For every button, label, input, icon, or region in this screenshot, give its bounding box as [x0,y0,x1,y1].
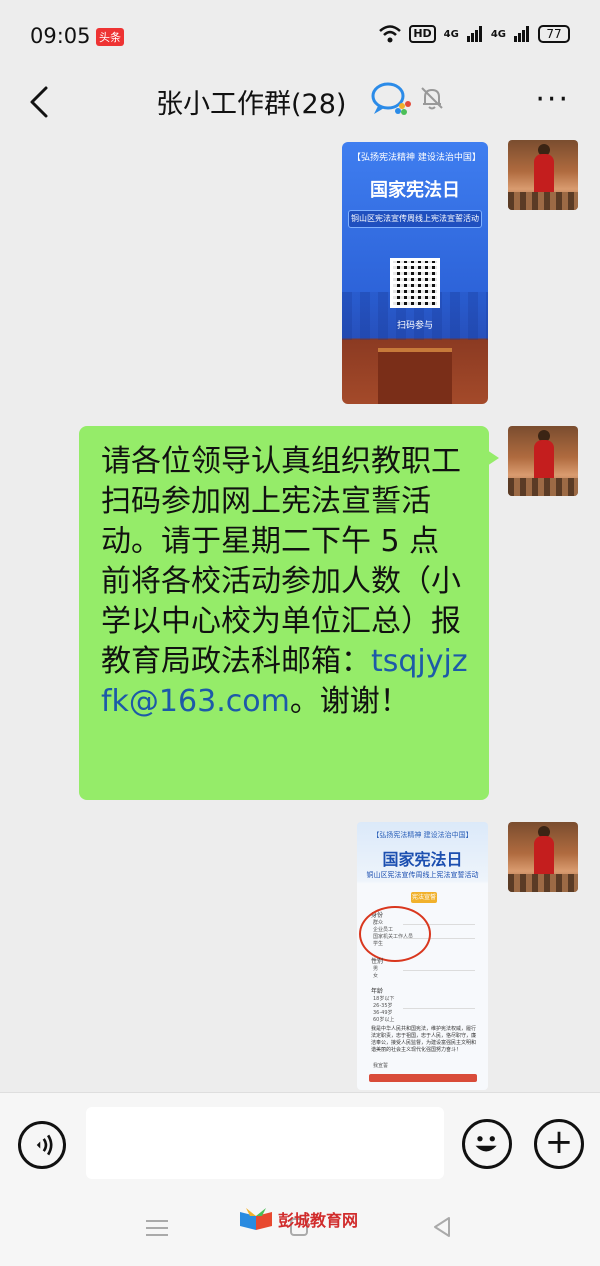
voice-input-icon[interactable] [18,1121,66,1169]
enterprise-chat-icon [371,82,411,115]
status-icons: HD 4G 4G 77 [379,25,570,43]
avatar-figure-body [534,836,554,878]
status-bar: 09:05 头条 HD 4G 4G 77 [0,0,600,72]
signal-bars-icon-2 [514,26,529,42]
notification-badge: 头条 [96,28,124,46]
status-time: 09:05 [30,24,91,48]
age-option: 26-35岁 [373,1003,393,1009]
add-attachment-icon[interactable]: + [534,1119,584,1169]
form-line [403,1008,475,1009]
form-slogan: 【弘扬宪法精神 建设法治中国】 [372,831,473,839]
watermark-logo: 彭城教育网 [238,1206,358,1232]
poster-podium [378,348,452,404]
age-option: 36-49岁 [373,1010,393,1016]
age-label: 年龄 [371,988,384,995]
book-logo-icon [240,1208,272,1230]
avatar-figure-body [534,154,554,196]
qr-code [390,258,440,308]
signal-4g-icon-2: 4G [490,28,506,40]
avatar-crowd [508,874,578,892]
more-options-button[interactable]: ··· [535,82,570,117]
age-option: 60岁以上 [373,1017,395,1023]
form-subtitle: 铜山区宪法宣传周线上宪法宣誓活动 [366,871,479,879]
battery-icon: 77 [538,25,570,43]
gender-option: 女 [373,973,379,979]
message-input[interactable] [86,1107,444,1179]
message-text: 请各位领导认真组织教职工扫码参加网上宪法宣誓活动。请于星期二下午 5 点前将各校… [101,442,469,722]
text-message-bubble[interactable]: 请各位领导认真组织教职工扫码参加网上宪法宣誓活动。请于星期二下午 5 点前将各校… [79,426,499,800]
avatar[interactable] [508,140,578,210]
wifi-icon [379,25,402,43]
watermark-text: 彭城教育网 [278,1211,359,1230]
form-line [403,970,475,971]
poster-headline: 国家宪法日 [370,180,460,201]
signal-bars-icon [466,26,482,42]
mute-bell-icon [421,87,443,110]
poster-image-message[interactable]: 【弘扬宪法精神 建设法治中国】 国家宪法日 铜山区宪法宣传周线上宪法宣誓活动 扫… [342,142,488,404]
gender-label: 性别 [371,958,384,965]
avatar[interactable] [508,426,578,496]
system-navigation-bar: 彭城教育网 [0,1192,600,1266]
form-image-message[interactable]: 【弘扬宪法精神 建设法治中国】 国家宪法日 铜山区宪法宣传周线上宪法宣誓活动 宪… [357,822,488,1090]
red-highlight-circle [359,906,431,962]
message-tail: 。谢谢！ [289,684,410,719]
system-back-icon[interactable] [432,1216,452,1238]
form-headline: 国家宪法日 [382,850,463,869]
back-arrow-icon[interactable] [22,80,62,124]
avatar-crowd [508,478,578,496]
signal-4g-icon: 4G [443,28,459,40]
avatar-figure-body [534,440,554,482]
avatar[interactable] [508,822,578,892]
agree-option: 我宣誓 [373,1063,389,1069]
message-input-bar: + [0,1092,600,1192]
age-option: 18岁以下 [373,996,395,1002]
chat-header: 张小工作群(28) ··· [0,72,600,134]
gender-option: 男 [373,966,379,972]
form-submit-bar [369,1074,477,1082]
oath-text: 我是中华人民共和国宪法，维护宪法权威，履行法定职责，忠于祖国，忠于人民，恪尽职守… [371,1026,477,1053]
poster-scan-label: 扫码参与 [396,321,433,331]
emoji-icon[interactable] [462,1119,512,1169]
avatar-crowd [508,192,578,210]
chat-title: 张小工作群(28) [156,89,347,120]
form-tag: 宪法宣誓 [411,892,437,903]
hd-icon: HD [409,25,436,43]
recent-apps-icon[interactable] [146,1220,168,1236]
poster-slogan: 【弘扬宪法精神 建设法治中国】 [352,153,481,163]
poster-subtitle: 铜山区宪法宣传周线上宪法宣誓活动 [348,210,482,228]
